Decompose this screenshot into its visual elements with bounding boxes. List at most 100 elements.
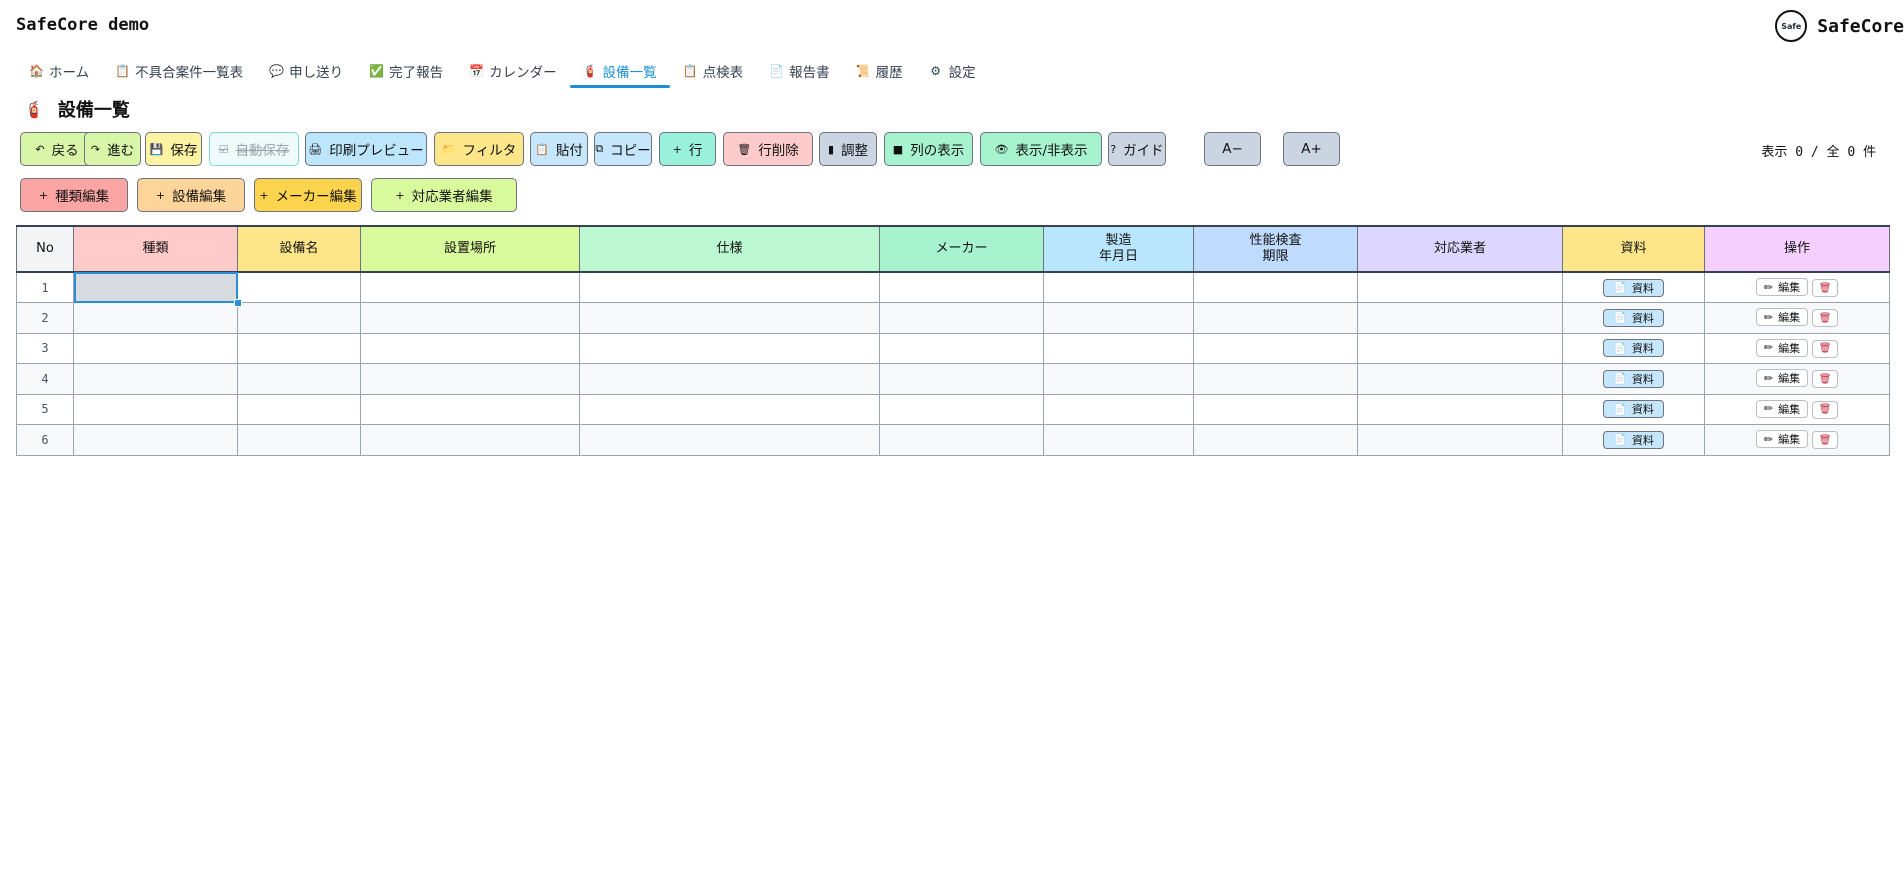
edit-row-button[interactable]: ✏ 編集 (1755, 430, 1809, 449)
guide-button[interactable]: ? ガイド (1108, 132, 1166, 166)
col-maker-cell[interactable] (879, 424, 1044, 456)
col-actions-header[interactable]: 操作 (1704, 225, 1890, 273)
undo-button[interactable]: ↶ 戻る (20, 132, 94, 166)
col-spec-cell[interactable] (579, 302, 880, 334)
nav-item-4[interactable]: ✅ 完了報告 (356, 52, 456, 90)
col-manufacture-date-cell[interactable] (1043, 393, 1194, 425)
col-maker-cell[interactable] (879, 302, 1044, 334)
font-larger-button[interactable]: A+ (1283, 132, 1340, 166)
documents-button[interactable]: 📄 資料 (1603, 400, 1664, 419)
col-type-cell[interactable] (73, 424, 238, 456)
col-maker-cell[interactable] (879, 363, 1044, 395)
col-maker-cell[interactable] (879, 271, 1044, 303)
font-smaller-button[interactable]: A− (1204, 132, 1261, 166)
col-equipment-name-cell[interactable] (237, 332, 361, 364)
col-location-header[interactable]: 設置場所 (360, 225, 580, 273)
col-spec-cell[interactable] (579, 332, 880, 364)
col-vendor-cell[interactable] (1357, 393, 1563, 425)
col-equipment-name-cell[interactable] (237, 424, 361, 456)
col-spec-cell[interactable] (579, 393, 880, 425)
show-hide-button[interactable]: 👁 表示/非表示 (980, 132, 1102, 166)
col-manufacture-date-cell[interactable] (1043, 271, 1194, 303)
col-vendor-cell[interactable] (1357, 363, 1563, 395)
edit-vendors-button[interactable]: + 対応業者編集 (371, 178, 517, 212)
nav-item-3[interactable]: 💬 申し送り (256, 52, 356, 90)
documents-button[interactable]: 📄 資料 (1603, 339, 1664, 358)
nav-item-5[interactable]: 📅 カレンダー (456, 52, 570, 90)
col-spec-cell[interactable] (579, 424, 880, 456)
col-spec-cell[interactable] (579, 271, 880, 303)
col-maker-cell[interactable] (879, 393, 1044, 425)
documents-button[interactable]: 📄 資料 (1603, 278, 1664, 297)
col-inspection-deadline-cell[interactable] (1193, 271, 1358, 303)
nav-item-9[interactable]: 📜 履歴 (843, 52, 916, 90)
col-manufacture-date-header[interactable]: 製造 年月日 (1043, 225, 1194, 273)
col-type-cell[interactable] (73, 271, 242, 307)
col-equipment-name-cell[interactable] (237, 393, 361, 425)
add-row-button[interactable]: + 行 (659, 132, 716, 166)
edit-row-button[interactable]: ✏ 編集 (1755, 278, 1809, 296)
col-equipment-name-cell[interactable] (237, 363, 361, 395)
col-inspection-deadline-cell[interactable] (1193, 363, 1358, 395)
col-no-header[interactable]: No (16, 225, 74, 273)
col-vendor-cell[interactable] (1357, 332, 1563, 364)
delete-row-button[interactable]: 🗑 (1812, 400, 1839, 419)
col-manufacture-date-cell[interactable] (1043, 302, 1194, 334)
col-type-cell[interactable] (73, 332, 238, 364)
documents-button[interactable]: 📄 資料 (1603, 308, 1664, 327)
col-type-header[interactable]: 種類 (73, 225, 238, 273)
delete-row-button[interactable]: 🗑 (1812, 279, 1839, 297)
col-manufacture-date-cell[interactable] (1043, 363, 1194, 395)
save-button[interactable]: 💾 保存 (145, 132, 202, 166)
edit-makers-button[interactable]: + メーカー編集 (254, 178, 362, 212)
nav-item-6[interactable]: 🧯 設備一覧 (569, 52, 670, 90)
col-type-cell[interactable] (73, 302, 238, 334)
col-inspection-deadline-cell[interactable] (1193, 302, 1358, 334)
col-maker-cell[interactable] (879, 332, 1044, 364)
col-location-cell[interactable] (360, 424, 580, 456)
col-vendor-cell[interactable] (1357, 302, 1563, 334)
fill-handle[interactable] (234, 299, 242, 307)
nav-item-7[interactable]: 📋 点検表 (670, 52, 757, 90)
col-location-cell[interactable] (360, 393, 580, 425)
col-type-cell[interactable] (73, 363, 238, 395)
col-equipment-name-cell[interactable] (237, 302, 361, 334)
documents-button[interactable]: 📄 資料 (1603, 369, 1664, 388)
col-vendor-cell[interactable] (1357, 271, 1563, 303)
edit-row-button[interactable]: ✏ 編集 (1755, 308, 1809, 327)
autosave-button[interactable]: ☑ 自動保存 (209, 132, 299, 166)
paste-button[interactable]: 📋 貼付 (530, 132, 588, 166)
col-location-cell[interactable] (360, 332, 580, 364)
col-inspection-deadline-cell[interactable] (1193, 393, 1358, 425)
col-documents-header[interactable]: 資料 (1562, 225, 1705, 273)
edit-row-button[interactable]: ✏ 編集 (1755, 338, 1809, 357)
print-preview-button[interactable]: 🖨 印刷プレビュー (305, 132, 427, 166)
col-inspection-deadline-cell[interactable] (1193, 424, 1358, 456)
col-vendor-header[interactable]: 対応業者 (1357, 225, 1563, 273)
delete-row-button[interactable]: 🗑 (1812, 431, 1839, 450)
column-display-button[interactable]: ■ 列の表示 (884, 132, 973, 166)
edit-equipment-button[interactable]: + 設備編集 (137, 178, 245, 212)
col-inspection-deadline-header[interactable]: 性能検査 期限 (1193, 225, 1358, 273)
nav-item-10[interactable]: ⚙ 設定 (916, 52, 989, 90)
documents-button[interactable]: 📄 資料 (1603, 430, 1664, 449)
col-equipment-name-header[interactable]: 設備名 (237, 225, 361, 273)
copy-button[interactable]: ⧉ コピー (594, 132, 652, 166)
col-spec-header[interactable]: 仕様 (579, 225, 880, 273)
nav-item-1[interactable]: 🏠 ホーム (16, 52, 102, 90)
col-inspection-deadline-cell[interactable] (1193, 332, 1358, 364)
col-manufacture-date-cell[interactable] (1043, 332, 1194, 364)
col-location-cell[interactable] (360, 363, 580, 395)
nav-item-8[interactable]: 📄 報告書 (756, 52, 843, 90)
edit-row-button[interactable]: ✏ 編集 (1755, 369, 1809, 388)
col-manufacture-date-cell[interactable] (1043, 424, 1194, 456)
col-type-cell[interactable] (73, 393, 238, 425)
filter-button[interactable]: 📁 フィルタ (434, 132, 524, 166)
redo-button[interactable]: ↷ 進む (84, 132, 141, 166)
col-location-cell[interactable] (360, 271, 580, 303)
adjust-button[interactable]: ▮ 調整 (819, 132, 877, 166)
delete-row-button[interactable]: 🗑 (1812, 339, 1839, 358)
col-equipment-name-cell[interactable] (237, 271, 361, 303)
delete-row-button[interactable]: 🗑 (1812, 370, 1839, 389)
col-vendor-cell[interactable] (1357, 424, 1563, 456)
